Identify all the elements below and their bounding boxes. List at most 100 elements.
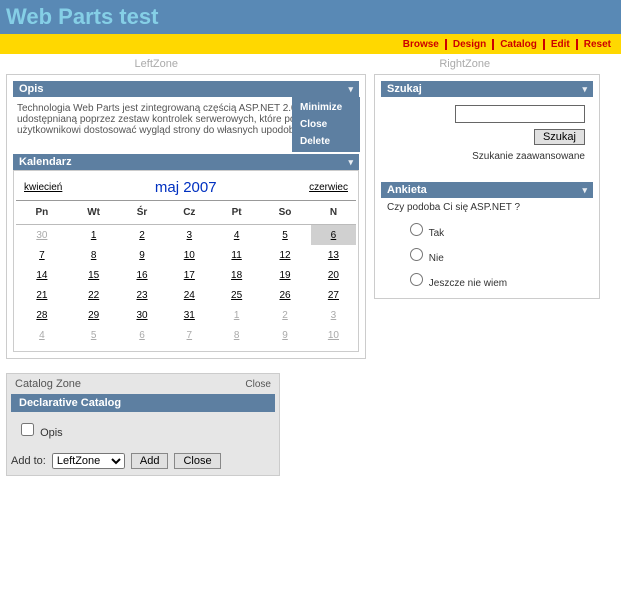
poll-option-2[interactable]: Jeszcze nie wiem: [381, 267, 593, 292]
calendar-title: Kalendarz: [19, 156, 72, 168]
calendar-day[interactable]: 30: [36, 230, 47, 241]
page-title: Web Parts test: [6, 4, 615, 30]
calendar-day-header: Cz: [165, 201, 215, 225]
opis-menu-arrow[interactable]: ▾: [348, 84, 353, 95]
calendar-day[interactable]: 8: [234, 330, 240, 341]
calendar-day[interactable]: 9: [282, 330, 288, 341]
poll-menu-arrow[interactable]: ▾: [582, 185, 587, 196]
search-advanced-link[interactable]: Szukanie zaawansowane: [389, 151, 585, 162]
calendar-day[interactable]: 14: [36, 270, 47, 281]
search-title: Szukaj: [387, 83, 422, 95]
top-banner: Web Parts test: [0, 0, 621, 34]
calendar-day[interactable]: 4: [39, 330, 45, 341]
poll-radio-0[interactable]: [410, 223, 423, 236]
calendar-day[interactable]: 8: [91, 250, 97, 261]
opis-part: Opis ▾ Minimize Close Delete Technologia…: [13, 81, 359, 142]
calendar-day[interactable]: 28: [36, 310, 47, 321]
calendar-day[interactable]: 16: [136, 270, 147, 281]
calendar-day[interactable]: 3: [187, 230, 193, 241]
search-part: Szukaj ▾ Szukaj Szukanie zaawansowane: [381, 81, 593, 170]
calendar-day[interactable]: 7: [187, 330, 193, 341]
poll-part: Ankieta ▾ Czy podoba Ci się ASP.NET ? Ta…: [381, 182, 593, 292]
calendar-day[interactable]: 9: [139, 250, 145, 261]
calendar-day[interactable]: 15: [88, 270, 99, 281]
right-zone: Szukaj ▾ Szukaj Szukanie zaawansowane An…: [374, 74, 600, 299]
calendar-day[interactable]: 17: [184, 270, 195, 281]
calendar-day[interactable]: 6: [331, 230, 337, 241]
calendar-day[interactable]: 18: [231, 270, 242, 281]
right-zone-label: RightZone: [315, 56, 616, 74]
calendar-day[interactable]: 20: [328, 270, 339, 281]
catalog-item-checkbox[interactable]: [21, 423, 34, 436]
calendar-day[interactable]: 2: [282, 310, 288, 321]
calendar-day[interactable]: 30: [136, 310, 147, 321]
calendar-next[interactable]: czerwiec: [309, 182, 348, 193]
add-to-label: Add to:: [11, 455, 46, 467]
search-button[interactable]: Szukaj: [534, 129, 585, 145]
calendar-day[interactable]: 21: [36, 290, 47, 301]
catalog-close-button[interactable]: Close: [174, 453, 220, 469]
catalog-zone: Catalog Zone Close Declarative Catalog O…: [6, 373, 280, 476]
calendar-day[interactable]: 12: [279, 250, 290, 261]
poll-option-0[interactable]: Tak: [381, 217, 593, 242]
calendar-part: Kalendarz ▾ kwiecień maj 2007 czerwiec P…: [13, 154, 359, 352]
catalog-item[interactable]: Opis: [17, 427, 63, 439]
calendar-day-header: Pn: [16, 201, 68, 225]
verbs-menu: Minimize Close Delete: [292, 97, 360, 152]
mode-catalog[interactable]: Catalog: [494, 39, 545, 50]
calendar-day[interactable]: 29: [88, 310, 99, 321]
calendar-day[interactable]: 25: [231, 290, 242, 301]
calendar-day[interactable]: 11: [231, 250, 241, 261]
poll-question: Czy podoba Ci się ASP.NET ?: [381, 198, 593, 217]
search-menu-arrow[interactable]: ▾: [582, 84, 587, 95]
calendar-day-header: N: [311, 201, 356, 225]
catalog-header: Declarative Catalog: [11, 394, 275, 412]
calendar-day[interactable]: 10: [184, 250, 195, 261]
calendar-day[interactable]: 7: [39, 250, 45, 261]
calendar-day[interactable]: 3: [331, 310, 337, 321]
poll-title: Ankieta: [387, 184, 427, 196]
calendar-menu-arrow[interactable]: ▾: [348, 157, 353, 168]
calendar-prev[interactable]: kwiecień: [24, 182, 62, 193]
poll-option-1[interactable]: Nie: [381, 242, 593, 267]
calendar-day[interactable]: 26: [279, 290, 290, 301]
calendar-day[interactable]: 2: [139, 230, 145, 241]
left-zone: Opis ▾ Minimize Close Delete Technologia…: [6, 74, 366, 359]
calendar-day[interactable]: 13: [328, 250, 339, 261]
calendar-day-header: Pt: [214, 201, 259, 225]
mode-edit[interactable]: Edit: [545, 39, 578, 50]
calendar-day[interactable]: 22: [88, 290, 99, 301]
verb-minimize[interactable]: Minimize: [292, 99, 360, 116]
poll-radio-2[interactable]: [410, 273, 423, 286]
catalog-zone-close[interactable]: Close: [245, 379, 271, 390]
calendar-day[interactable]: 10: [328, 330, 339, 341]
verb-delete[interactable]: Delete: [292, 133, 360, 150]
add-to-select[interactable]: LeftZoneRightZone: [52, 453, 125, 469]
calendar-month: maj 2007: [155, 179, 217, 196]
calendar-day[interactable]: 5: [282, 230, 288, 241]
mode-browse[interactable]: Browse: [397, 39, 447, 50]
mode-bar: Browse Design Catalog Edit Reset: [0, 34, 621, 54]
catalog-zone-title: Catalog Zone: [15, 378, 81, 390]
calendar-day[interactable]: 6: [139, 330, 145, 341]
calendar-grid: PnWtŚrCzPtSoN 30123456789101112131415161…: [16, 201, 356, 345]
opis-title: Opis: [19, 83, 43, 95]
calendar-day[interactable]: 31: [184, 310, 195, 321]
calendar-day[interactable]: 19: [279, 270, 290, 281]
poll-header: Ankieta ▾: [381, 182, 593, 198]
catalog-add-button[interactable]: Add: [131, 453, 169, 469]
mode-reset[interactable]: Reset: [578, 39, 617, 50]
calendar-day[interactable]: 1: [234, 310, 240, 321]
search-input[interactable]: [455, 105, 585, 123]
calendar-day[interactable]: 5: [91, 330, 97, 341]
verb-close[interactable]: Close: [292, 116, 360, 133]
poll-radio-1[interactable]: [410, 248, 423, 261]
mode-design[interactable]: Design: [447, 39, 494, 50]
calendar-day[interactable]: 27: [328, 290, 339, 301]
calendar-day-header: Wt: [68, 201, 120, 225]
calendar-day[interactable]: 1: [91, 230, 97, 241]
calendar-day[interactable]: 4: [234, 230, 240, 241]
calendar-day[interactable]: 24: [184, 290, 195, 301]
calendar-day-header: So: [259, 201, 311, 225]
calendar-day[interactable]: 23: [136, 290, 147, 301]
